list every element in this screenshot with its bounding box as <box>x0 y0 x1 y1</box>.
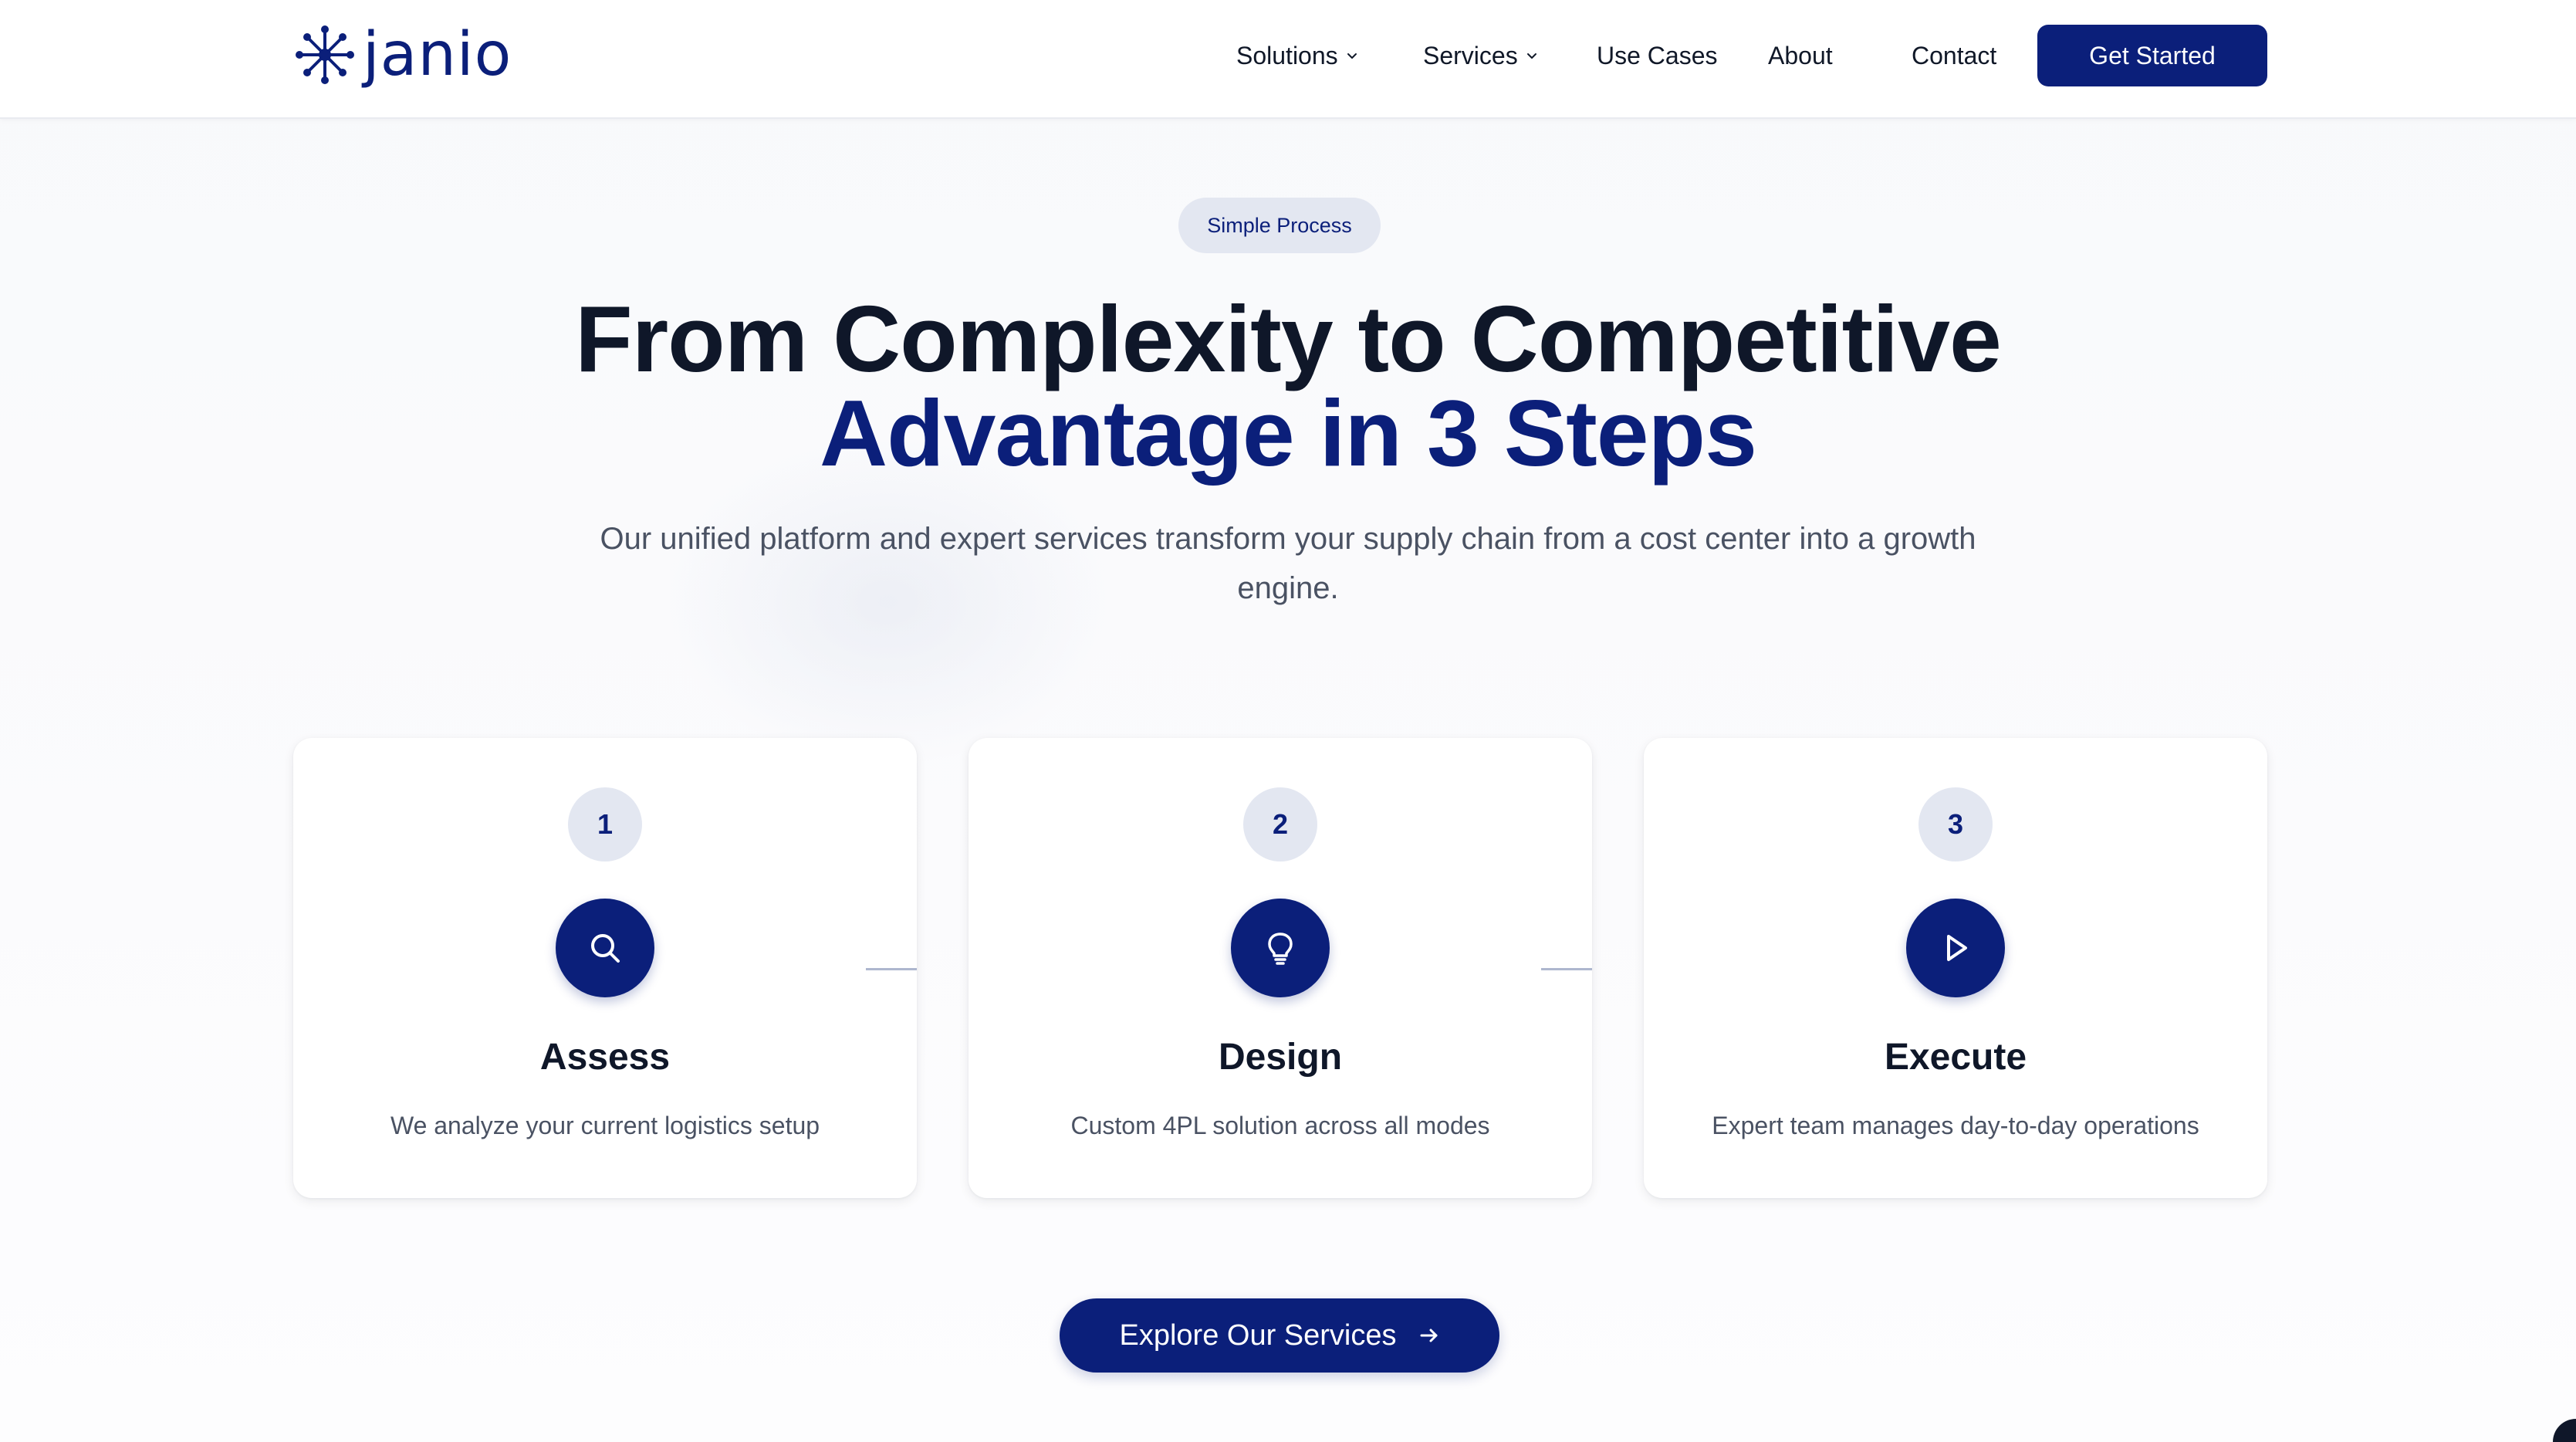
site-header: janio Solutions Services Use Cases About… <box>0 0 2576 119</box>
step-card-assess: 1 Assess We analyze your current logisti… <box>293 738 917 1198</box>
nav-about-label: About <box>1768 42 1833 69</box>
step-connector <box>1541 968 1592 970</box>
nav-solutions[interactable]: Solutions <box>1236 39 1358 73</box>
nav-use-cases-label: Use Cases <box>1597 42 1718 69</box>
nav-solutions-label: Solutions <box>1236 42 1338 69</box>
step-number: 1 <box>568 787 642 861</box>
nav-services-label: Services <box>1423 42 1518 69</box>
nav-use-cases[interactable]: Use Cases <box>1597 39 1718 73</box>
nav-contact-label: Contact <box>1912 42 1997 69</box>
nav-contact[interactable]: Contact <box>1912 39 1996 73</box>
step-number: 3 <box>1918 787 1993 861</box>
chevron-down-icon <box>1347 53 1357 59</box>
step-connector <box>866 968 917 970</box>
step-icon-badge <box>1231 899 1330 997</box>
step-title: Assess <box>539 1037 671 1078</box>
search-icon <box>591 934 620 963</box>
step-description: We analyze your current logistics setup <box>390 1112 820 1139</box>
arrow-right-icon <box>1420 1329 1437 1342</box>
play-icon <box>1947 935 1967 961</box>
step-card-execute: 3 Execute Expert team manages day-to-day… <box>1644 738 2267 1198</box>
step-card-design: 2 Design Custom 4PL solution across all … <box>969 738 1592 1198</box>
step-description: Expert team manages day-to-day operation… <box>1712 1112 2199 1139</box>
step-description: Custom 4PL solution across all modes <box>1070 1112 1490 1139</box>
step-icon-badge <box>1906 899 2005 997</box>
get-started-button[interactable]: Get Started <box>2037 25 2267 86</box>
hero-title-line2: Advantage in 3 Steps <box>820 381 1757 486</box>
explore-services-button[interactable]: Explore Our Services <box>1060 1298 1499 1373</box>
step-icon-badge <box>556 899 654 997</box>
page: janio Solutions Services Use Cases About… <box>0 0 2576 1442</box>
chevron-down-icon <box>1526 53 1536 59</box>
explore-services-label: Explore Our Services <box>1119 1318 1397 1352</box>
hero-subtitle: Our unified platform and expert services… <box>600 522 1976 605</box>
hero-title-line1: From Complexity to Competitive <box>575 286 2002 391</box>
section-badge: Simple Process <box>1178 198 1381 253</box>
window-corner <box>2553 1419 2576 1442</box>
step-title: Design <box>1218 1037 1343 1078</box>
step-number: 2 <box>1243 787 1317 861</box>
main-nav: Solutions Services Use Cases About Conta… <box>0 0 2576 111</box>
nav-about[interactable]: About <box>1768 39 1833 73</box>
nav-services[interactable]: Services <box>1423 39 1538 73</box>
step-title: Execute <box>1884 1037 2027 1078</box>
lightbulb-icon <box>1268 933 1293 965</box>
